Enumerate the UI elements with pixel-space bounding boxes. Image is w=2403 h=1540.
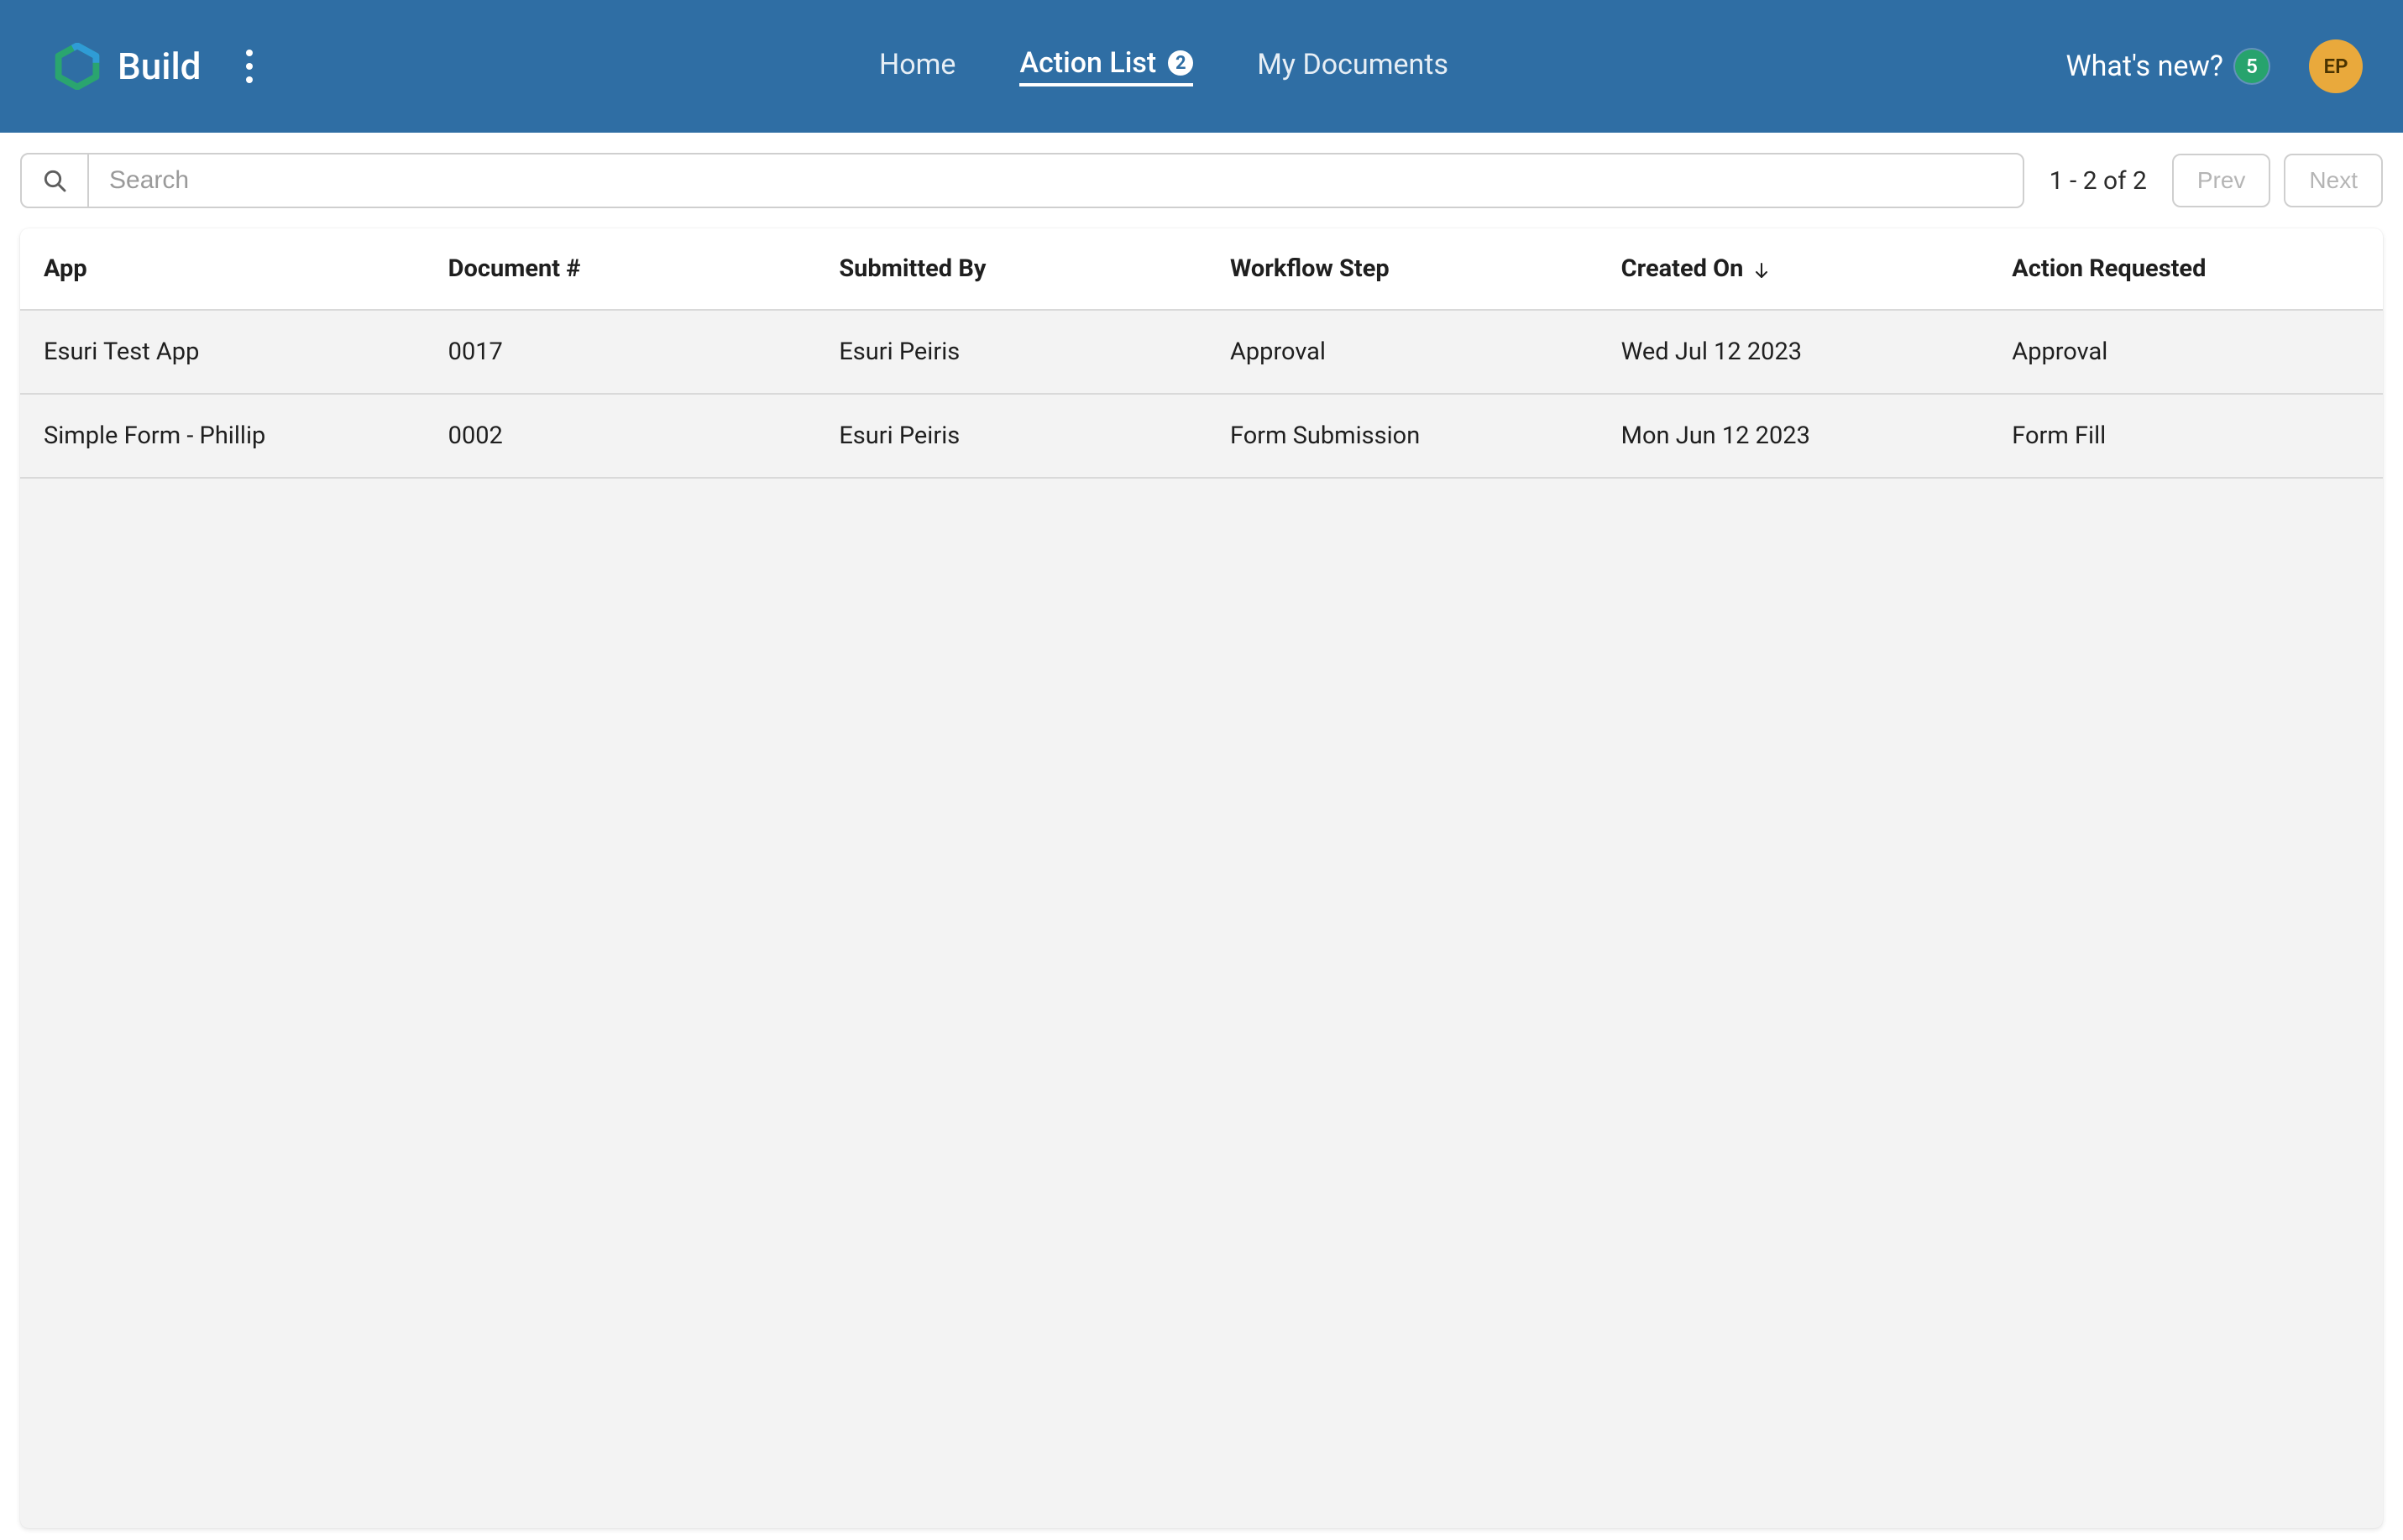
sort-descending-icon [1751,259,1772,279]
avatar-initials: EP [2324,55,2348,78]
cell-doc: 0002 [432,422,823,450]
cell-app: Esuri Test App [40,338,432,366]
brand[interactable]: Build [54,43,201,90]
col-document-number-label: Document # [448,254,581,283]
col-submitted-by[interactable]: Submitted By [822,254,1213,283]
col-submitted-by-label: Submitted By [839,254,986,283]
app-header: Build Home Action List 2 My Documents Wh… [0,0,2403,133]
more-menu-icon[interactable] [238,41,261,92]
cell-submitted-by: Esuri Peiris [822,338,1213,366]
cell-submitted-by: Esuri Peiris [822,422,1213,450]
whats-new-link[interactable]: What's new? 5 [2065,50,2269,83]
primary-nav: Home Action List 2 My Documents [261,46,2065,86]
cell-action-requested: Form Fill [1995,422,2363,450]
brand-name: Build [118,45,201,88]
nav-action-list-badge: 2 [1168,50,1193,76]
whats-new-badge: 5 [2235,50,2269,83]
action-list-panel: App Document # Submitted By Workflow Ste… [20,228,2383,1528]
nav-action-list[interactable]: Action List 2 [1019,46,1193,86]
col-app[interactable]: App [40,254,432,283]
whats-new-label: What's new? [2065,50,2223,83]
toolbar: 1 - 2 of 2 Prev Next [0,133,2403,218]
col-app-label: App [44,254,87,283]
next-button[interactable]: Next [2284,154,2383,207]
cell-created-on: Mon Jun 12 2023 [1605,422,1996,450]
cell-app: Simple Form - Phillip [40,422,432,450]
nav-my-documents-label: My Documents [1257,48,1448,81]
col-created-on-label: Created On [1621,254,1744,283]
col-action-requested[interactable]: Action Requested [1995,254,2363,283]
col-created-on[interactable]: Created On [1605,254,1996,283]
search-input[interactable] [89,166,2023,195]
table-body: Esuri Test App0017Esuri PeirisApprovalWe… [20,311,2383,479]
search-container [20,153,2024,208]
nav-my-documents[interactable]: My Documents [1257,46,1448,86]
search-icon [22,155,89,207]
col-document-number[interactable]: Document # [432,254,823,283]
cell-action-requested: Approval [1995,338,2363,366]
cell-created-on: Wed Jul 12 2023 [1605,338,1996,366]
cell-workflow-step: Approval [1213,338,1605,366]
col-workflow-step[interactable]: Workflow Step [1213,254,1605,283]
pager: Prev Next [2172,154,2383,207]
nav-home[interactable]: Home [879,46,956,86]
cell-doc: 0017 [432,338,823,366]
col-action-requested-label: Action Requested [2012,254,2206,283]
table-row[interactable]: Esuri Test App0017Esuri PeirisApprovalWe… [20,311,2383,395]
nav-home-label: Home [879,48,956,81]
prev-button[interactable]: Prev [2172,154,2271,207]
table-row[interactable]: Simple Form - Phillip0002Esuri PeirisFor… [20,395,2383,479]
nav-action-list-label: Action List [1019,46,1156,80]
avatar[interactable]: EP [2309,39,2363,93]
brand-logo-icon [54,43,101,90]
col-workflow-step-label: Workflow Step [1230,254,1390,283]
page-info: 1 - 2 of 2 [2050,166,2147,196]
cell-workflow-step: Form Submission [1213,422,1605,450]
header-right: What's new? 5 EP [2065,39,2363,93]
table-header-row: App Document # Submitted By Workflow Ste… [20,228,2383,311]
